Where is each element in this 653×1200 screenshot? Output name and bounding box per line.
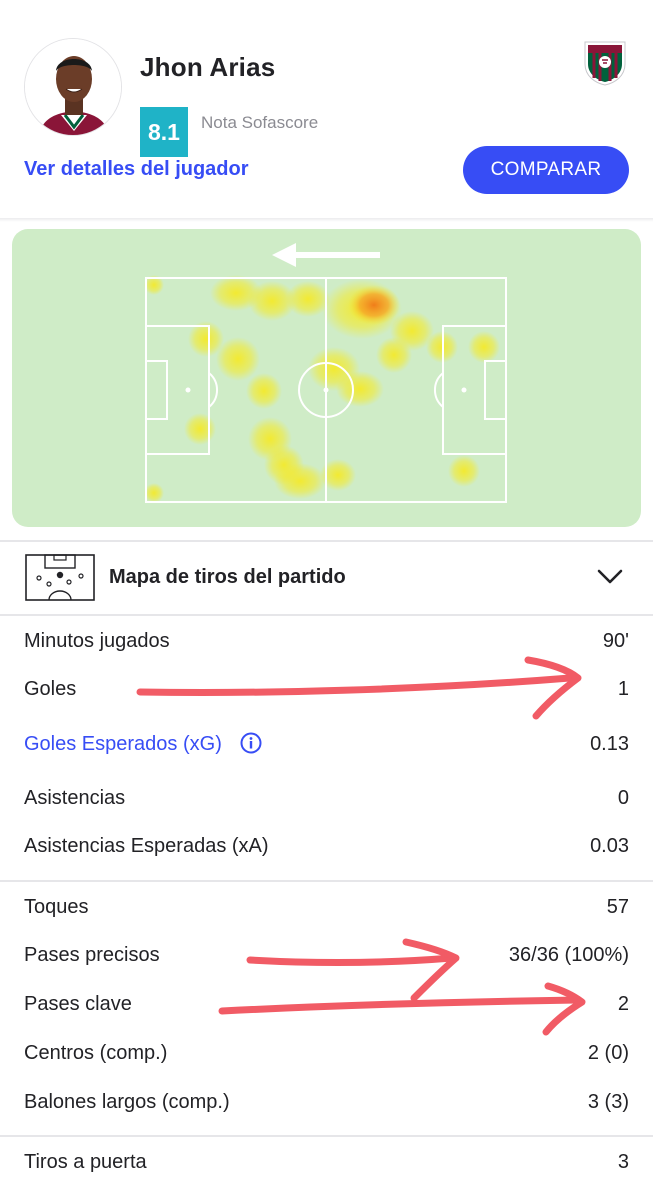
stat-value: 0.13: [590, 733, 629, 755]
compare-button[interactable]: COMPARAR: [463, 146, 629, 194]
stat-value: 90': [602, 630, 629, 652]
stat-value: 2: [617, 993, 629, 1015]
divider: [0, 1135, 653, 1137]
stat-row-key-passes: Pases clave 2: [0, 993, 653, 1037]
stat-row-minutes: Minutos jugados 90': [0, 630, 653, 674]
stat-label: Goles: [24, 678, 77, 700]
player-name: Jhon Arias: [140, 52, 276, 82]
stat-value: 3: [617, 1151, 629, 1173]
stat-row-accurate-passes: Pases precisos 36/36 (100%): [0, 944, 653, 988]
stat-value: 36/36 (100%): [508, 944, 629, 966]
stat-row-long-balls: Balones largos (comp.) 3 (3): [0, 1091, 653, 1135]
stat-value: 0.03: [590, 835, 629, 857]
chevron-down-icon[interactable]: [597, 568, 623, 586]
shot-map-title: Mapa de tiros del partido: [109, 566, 346, 588]
stat-label: Centros (comp.): [24, 1042, 168, 1064]
club-crest-icon[interactable]: [582, 38, 628, 86]
stat-row-goals: Goles 1: [0, 678, 653, 722]
divider: [0, 614, 653, 616]
stat-label: Tiros a puerta: [24, 1151, 147, 1173]
heatmap-card: [12, 229, 641, 527]
section-divider: [0, 218, 653, 222]
stat-value: 0: [617, 787, 629, 809]
info-icon[interactable]: [240, 732, 262, 754]
stat-value: 3 (3): [587, 1091, 629, 1113]
stat-label: Balones largos (comp.): [24, 1091, 230, 1113]
stat-row-crosses: Centros (comp.) 2 (0): [0, 1042, 653, 1086]
stat-value: 57: [606, 896, 629, 918]
player-avatar[interactable]: [24, 38, 122, 136]
divider: [0, 880, 653, 882]
stat-label: Pases clave: [24, 993, 132, 1015]
heatmap-pitch: [144, 275, 507, 503]
stat-label: Pases precisos: [24, 944, 160, 966]
player-photo: [25, 39, 121, 135]
rating-label: Nota Sofascore: [201, 113, 319, 132]
stat-row-assists: Asistencias 0: [0, 787, 653, 831]
stat-value: 2 (0): [587, 1042, 629, 1064]
stat-row-touches: Toques 57: [0, 896, 653, 940]
heat-blobs: [144, 275, 500, 503]
stat-row-xg[interactable]: Goles Esperados (xG) 0.13: [0, 732, 653, 777]
pitch-icon: [25, 554, 95, 601]
stat-label: Asistencias: [24, 787, 126, 809]
stat-label-link[interactable]: Goles Esperados (xG): [24, 733, 222, 756]
stat-label: Toques: [24, 896, 89, 918]
player-details-link[interactable]: Ver detalles del jugador: [24, 158, 249, 181]
attack-direction-arrow-icon: [272, 243, 380, 267]
stat-label: Minutos jugados: [24, 630, 170, 652]
rating-badge: 8.1: [140, 107, 188, 157]
stat-label: Asistencias Esperadas (xA): [24, 835, 269, 857]
stat-row-xa: Asistencias Esperadas (xA) 0.03: [0, 835, 653, 879]
stat-row-shots-on-target: Tiros a puerta 3: [0, 1151, 653, 1195]
stat-value: 1: [617, 678, 629, 700]
